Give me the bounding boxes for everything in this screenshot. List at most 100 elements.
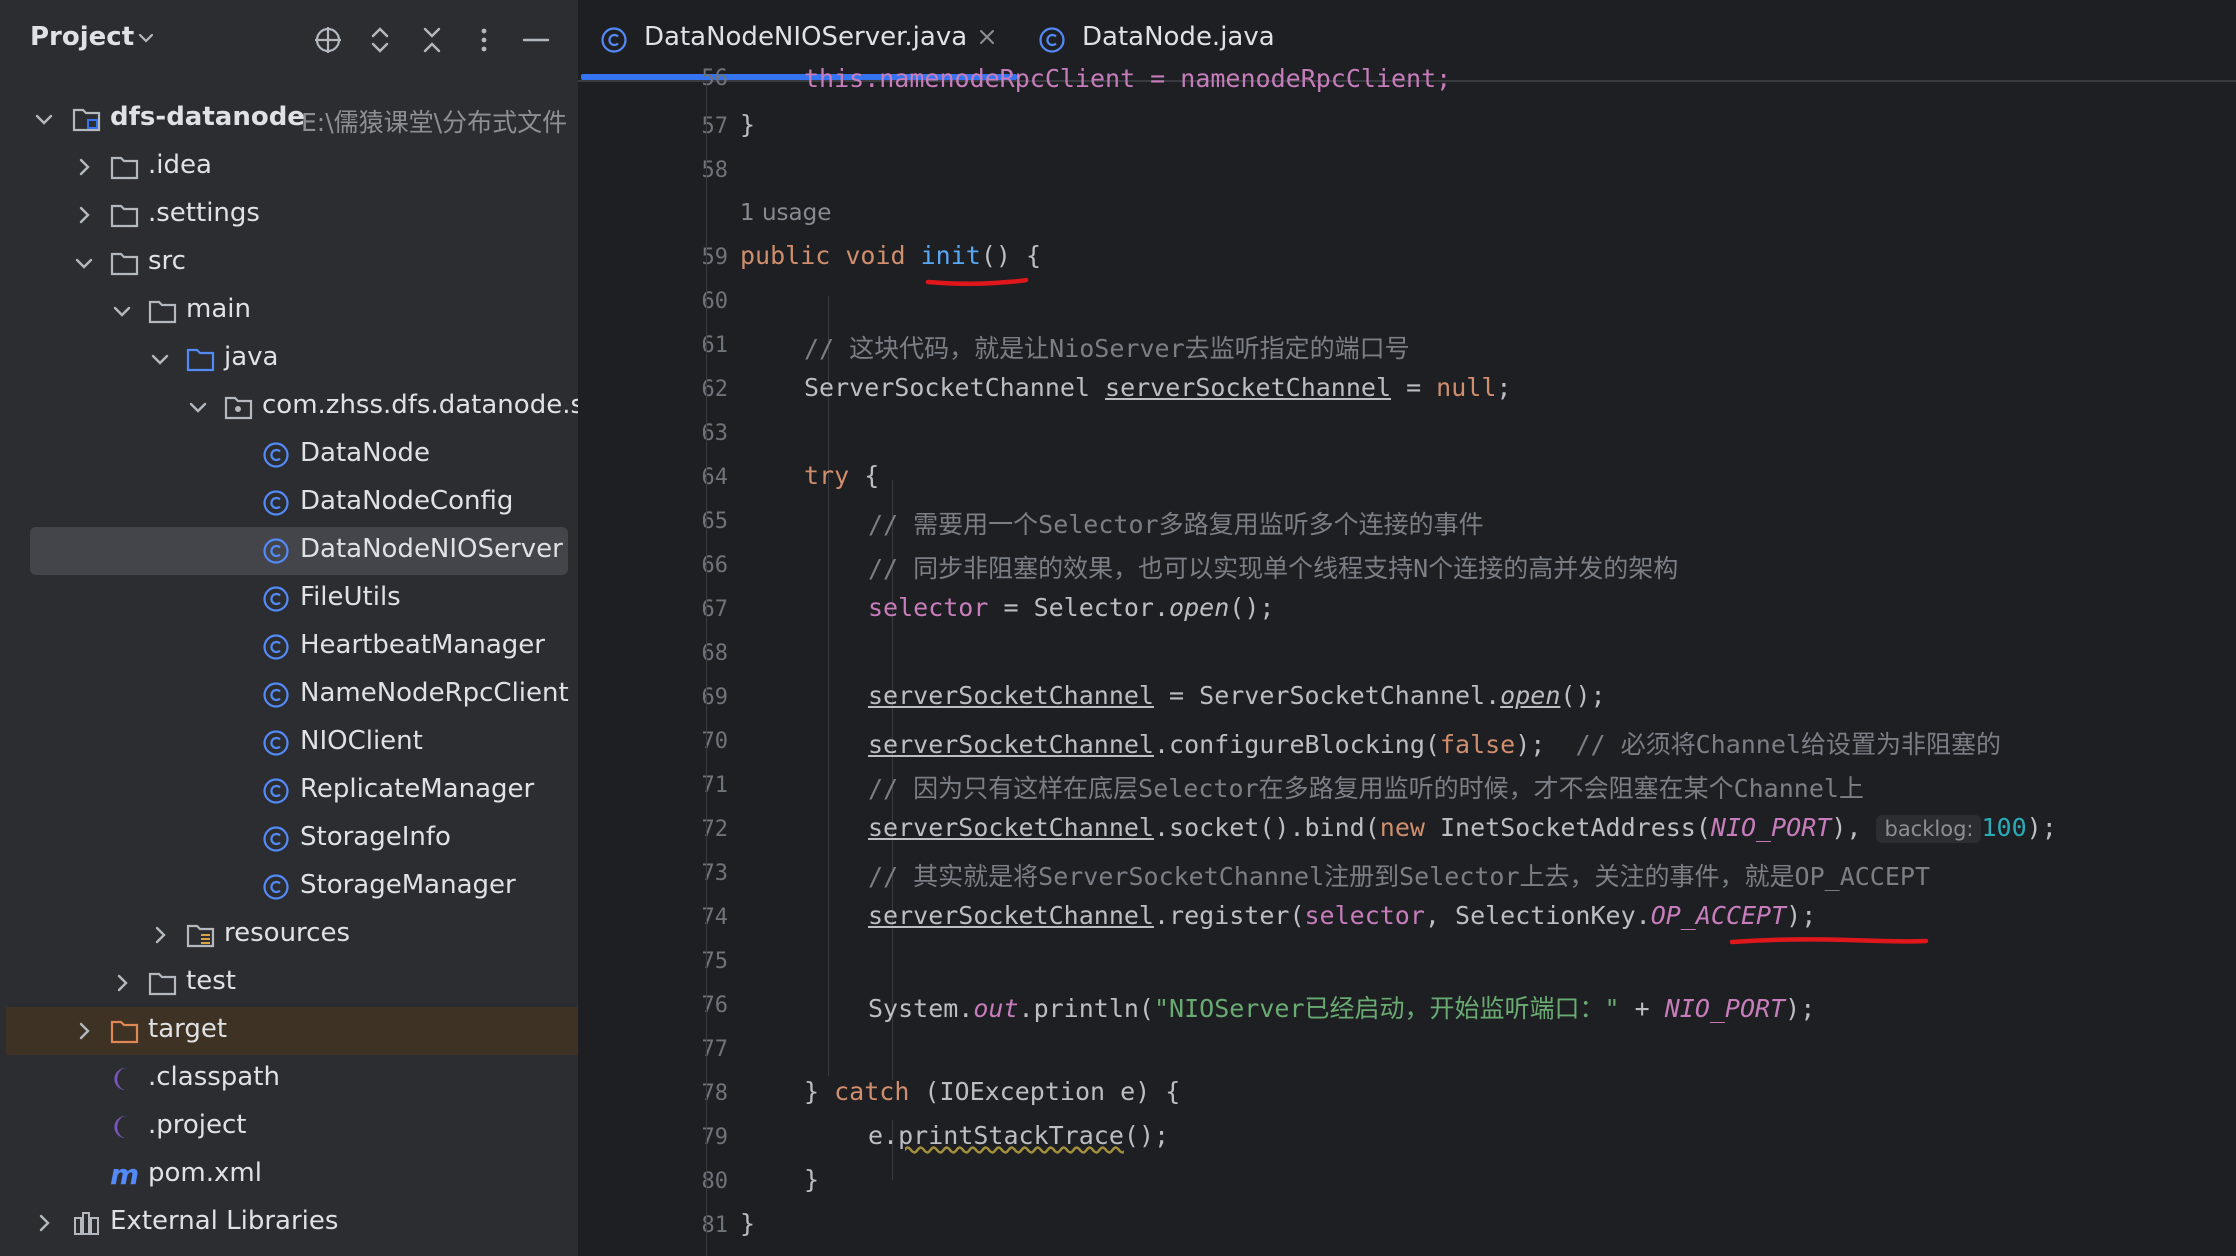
project-panel-title[interactable]: Project bbox=[30, 22, 134, 52]
tree-item-label: DataNodeNIOServer bbox=[300, 534, 563, 564]
tree-item-label: target bbox=[148, 1014, 228, 1044]
tree-item-package[interactable]: com.zhss.dfs.datanode.se bbox=[0, 383, 578, 431]
line-number: 60 bbox=[701, 289, 729, 314]
tree-item-label: resources bbox=[224, 918, 351, 948]
chevron-right-icon[interactable] bbox=[72, 203, 96, 227]
code-area[interactable]: this.namenodeRpcClient = namenodeRpcClie… bbox=[706, 64, 2236, 1256]
tree-item-class-selected[interactable]: DataNodeNIOServer bbox=[30, 527, 568, 575]
tree-item-resources[interactable]: resources bbox=[0, 911, 578, 959]
module-folder-icon bbox=[72, 105, 101, 133]
code-token: (); bbox=[1123, 1121, 1170, 1150]
code-token: e. bbox=[868, 1121, 899, 1150]
chevron-right-icon[interactable] bbox=[148, 923, 172, 947]
parameter-hint: backlog: bbox=[1876, 815, 1982, 843]
tree-item-dfs-datanode[interactable]: dfs-datanode E:\儒猿课堂\分布式文件 bbox=[0, 95, 578, 143]
code-token: } bbox=[804, 1165, 820, 1194]
chevron-down-icon[interactable] bbox=[72, 251, 96, 275]
class-icon bbox=[600, 26, 628, 54]
tree-item-class[interactable]: DataNode bbox=[0, 431, 578, 479]
chevron-right-icon[interactable] bbox=[72, 1019, 96, 1043]
tree-item-class[interactable]: DataNodeConfig bbox=[0, 479, 578, 527]
class-icon bbox=[1038, 26, 1066, 54]
code-token: InetSocketAddress( bbox=[1424, 813, 1711, 842]
folder-icon bbox=[110, 153, 139, 181]
line-number: 75 bbox=[701, 949, 729, 974]
tree-item-class[interactable]: StorageManager bbox=[0, 863, 578, 911]
chevron-down-icon[interactable] bbox=[186, 395, 210, 419]
line-number: 74 bbox=[701, 905, 729, 930]
chevron-down-icon[interactable] bbox=[110, 299, 134, 323]
code-token: serverSocketChannel bbox=[868, 730, 1154, 759]
tree-item-label: pom.xml bbox=[148, 1158, 262, 1188]
tree-item-class[interactable]: StorageInfo bbox=[0, 815, 578, 863]
chevron-right-icon[interactable] bbox=[110, 971, 134, 995]
tree-item-class[interactable]: FileUtils bbox=[0, 575, 578, 623]
code-line-78: } catch (IOException e) { bbox=[804, 1077, 1180, 1106]
tree-item-src[interactable]: src bbox=[0, 239, 578, 287]
svg-text:m: m bbox=[110, 1161, 139, 1189]
tree-item-main[interactable]: main bbox=[0, 287, 578, 335]
code-token: (); bbox=[1229, 593, 1275, 622]
tab-label: DataNode.java bbox=[1082, 22, 1275, 52]
tree-item-label: ReplicateManager bbox=[300, 774, 535, 804]
code-token: ); bbox=[1785, 994, 1816, 1023]
tree-item-label: FileUtils bbox=[300, 582, 401, 612]
class-icon bbox=[262, 681, 290, 709]
collapse-all-icon[interactable] bbox=[416, 24, 448, 56]
tree-item-test[interactable]: test bbox=[0, 959, 578, 1007]
code-token: false bbox=[1439, 730, 1516, 759]
code-token: OP_ACCEPT bbox=[1650, 901, 1787, 930]
tree-item-external-libraries[interactable]: External Libraries bbox=[0, 1199, 578, 1247]
code-token: = Selector. bbox=[988, 593, 1170, 622]
tree-item-settings[interactable]: .settings bbox=[0, 191, 578, 239]
code-token: System. bbox=[868, 994, 974, 1023]
tree-item-class[interactable]: HeartbeatManager bbox=[0, 623, 578, 671]
tree-item-project[interactable]: .project bbox=[0, 1103, 578, 1151]
close-icon[interactable] bbox=[976, 26, 998, 48]
code-token: null bbox=[1436, 373, 1497, 402]
chevron-down-icon[interactable] bbox=[32, 107, 56, 131]
class-icon bbox=[262, 777, 290, 805]
tree-item-java[interactable]: java bbox=[0, 335, 578, 383]
code-token: new bbox=[1379, 813, 1425, 842]
chevron-down-icon[interactable] bbox=[136, 28, 156, 52]
code-editor: DataNodeNIOServer.java DataNode.java 56 … bbox=[578, 0, 2236, 1256]
tree-item-class[interactable]: NameNodeRpcClient bbox=[0, 671, 578, 719]
minimize-icon[interactable] bbox=[520, 24, 552, 56]
usage-hint[interactable]: 1 usage bbox=[740, 200, 831, 226]
tree-item-label: .idea bbox=[148, 150, 212, 180]
code-token: selector bbox=[1304, 901, 1425, 930]
more-options-icon[interactable] bbox=[468, 24, 500, 56]
tree-item-classpath[interactable]: .classpath bbox=[0, 1055, 578, 1103]
tree-item-label: .settings bbox=[148, 198, 260, 228]
tree-item-class[interactable]: NIOClient bbox=[0, 719, 578, 767]
tree-item-pom[interactable]: m pom.xml bbox=[0, 1151, 578, 1199]
code-line-70: serverSocketChannel.configureBlocking(fa… bbox=[868, 725, 2001, 761]
folder-icon bbox=[110, 201, 139, 229]
libraries-icon bbox=[72, 1209, 100, 1237]
code-comment: // 同步非阻塞的效果，也可以实现单个线程支持N个连接的高并发的架构 bbox=[868, 554, 1679, 583]
chevron-right-icon[interactable] bbox=[72, 155, 96, 179]
locate-icon[interactable] bbox=[312, 24, 344, 56]
tree-item-class[interactable]: ReplicateManager bbox=[0, 767, 578, 815]
tree-item-path-hint: E:\儒猿课堂\分布式文件 bbox=[301, 108, 568, 137]
tree-item-target[interactable]: target bbox=[6, 1007, 578, 1055]
line-number: 56 bbox=[701, 66, 729, 91]
code-line-81: } bbox=[740, 1209, 755, 1238]
chevron-right-icon[interactable] bbox=[32, 1211, 56, 1235]
expand-all-icon[interactable] bbox=[364, 24, 396, 56]
maven-icon: m bbox=[110, 1158, 139, 1191]
code-token: ; bbox=[1496, 373, 1512, 402]
code-token: (IOException e) { bbox=[909, 1077, 1181, 1106]
folder-icon bbox=[110, 249, 139, 277]
source-folder-icon bbox=[186, 345, 215, 373]
line-number: 67 bbox=[701, 597, 729, 622]
code-token: serverSocketChannel bbox=[1105, 373, 1392, 402]
code-line-67: selector = Selector.open(); bbox=[868, 593, 1274, 622]
chevron-down-icon[interactable] bbox=[148, 347, 172, 371]
code-line-65: // 需要用一个Selector多路复用监听多个连接的事件 bbox=[868, 505, 1484, 541]
code-token: out bbox=[973, 994, 1019, 1023]
tree-item-idea[interactable]: .idea bbox=[0, 143, 578, 191]
code-token: ); bbox=[2026, 813, 2057, 842]
line-number: 78 bbox=[701, 1081, 729, 1106]
